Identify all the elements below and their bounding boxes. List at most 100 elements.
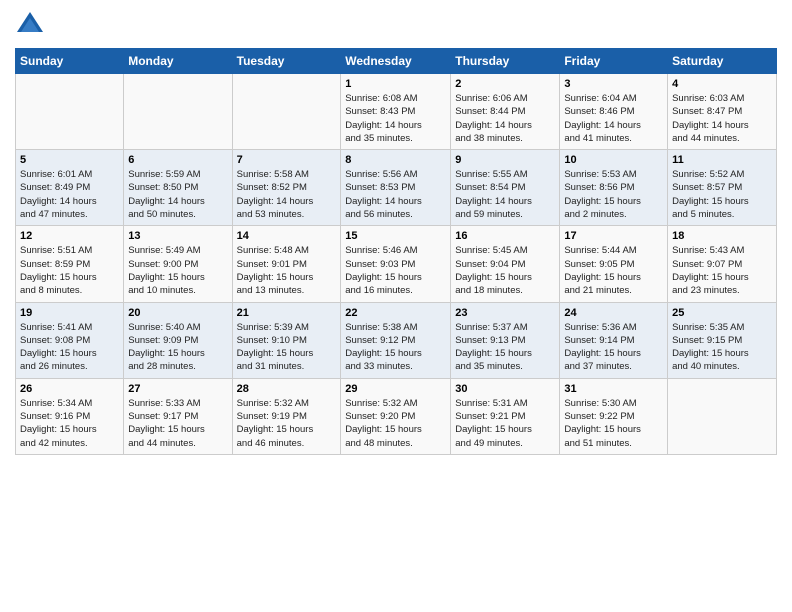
day-number: 26: [20, 383, 119, 395]
day-info: Sunrise: 6:06 AM Sunset: 8:44 PM Dayligh…: [455, 92, 555, 145]
day-number: 12: [20, 230, 119, 242]
day-number: 15: [345, 230, 446, 242]
day-info: Sunrise: 5:48 AM Sunset: 9:01 PM Dayligh…: [237, 244, 337, 297]
day-info: Sunrise: 5:30 AM Sunset: 9:22 PM Dayligh…: [564, 397, 663, 450]
calendar-cell: [668, 378, 777, 454]
day-info: Sunrise: 6:08 AM Sunset: 8:43 PM Dayligh…: [345, 92, 446, 145]
calendar-cell: 31Sunrise: 5:30 AM Sunset: 9:22 PM Dayli…: [560, 378, 668, 454]
calendar-cell: 18Sunrise: 5:43 AM Sunset: 9:07 PM Dayli…: [668, 226, 777, 302]
calendar-cell: 24 Sunrise: 5:36 AM Sunset: 9:14 PM Dayli…: [560, 302, 668, 378]
day-info: Sunrise: 5:36 AM Sunset: 9:14 PM Dayligh…: [564, 321, 663, 374]
day-info: Sunrise: 5:32 AM Sunset: 9:20 PM Dayligh…: [345, 397, 446, 450]
day-number: 25: [672, 307, 772, 319]
day-number: 16: [455, 230, 555, 242]
day-info: Sunrise: 5:44 AM Sunset: 9:05 PM Dayligh…: [564, 244, 663, 297]
calendar-cell: 13 Sunrise: 5:49 AM Sunset: 9:00 PM Dayli…: [124, 226, 232, 302]
calendar-row-3: 19 Sunrise: 5:41 AM Sunset: 9:08 PM Dayli…: [16, 302, 777, 378]
day-number: 4: [672, 78, 772, 90]
calendar-cell: 5 Sunrise: 6:01 AM Sunset: 8:49 PM Daylig…: [16, 150, 124, 226]
header-monday: Monday: [124, 49, 232, 74]
day-info: Sunrise: 5:43 AM Sunset: 9:07 PM Dayligh…: [672, 244, 772, 297]
day-number: 20: [128, 307, 227, 319]
calendar-cell: 1 Sunrise: 6:08 AM Sunset: 8:43 PM Daylig…: [341, 74, 451, 150]
calendar-cell: 9 Sunrise: 5:55 AM Sunset: 8:54 PM Daylig…: [451, 150, 560, 226]
calendar-cell: 22 Sunrise: 5:38 AM Sunset: 9:12 PM Dayli…: [341, 302, 451, 378]
day-info: Sunrise: 5:33 AM Sunset: 9:17 PM Dayligh…: [128, 397, 227, 450]
calendar-cell: 26Sunrise: 5:34 AM Sunset: 9:16 PM Dayli…: [16, 378, 124, 454]
calendar-table: SundayMondayTuesdayWednesdayThursdayFrid…: [15, 48, 777, 455]
calendar-cell: [124, 74, 232, 150]
day-info: Sunrise: 5:58 AM Sunset: 8:52 PM Dayligh…: [237, 168, 337, 221]
day-info: Sunrise: 5:45 AM Sunset: 9:04 PM Dayligh…: [455, 244, 555, 297]
day-number: 5: [20, 154, 119, 166]
calendar-row-2: 12 Sunrise: 5:51 AM Sunset: 8:59 PM Dayli…: [16, 226, 777, 302]
day-number: 3: [564, 78, 663, 90]
header-friday: Friday: [560, 49, 668, 74]
day-number: 13: [128, 230, 227, 242]
calendar-cell: 30 Sunrise: 5:31 AM Sunset: 9:21 PM Dayli…: [451, 378, 560, 454]
day-number: 24: [564, 307, 663, 319]
calendar-cell: 25 Sunrise: 5:35 AM Sunset: 9:15 PM Dayli…: [668, 302, 777, 378]
logo-icon: [15, 10, 45, 40]
day-info: Sunrise: 5:35 AM Sunset: 9:15 PM Dayligh…: [672, 321, 772, 374]
day-info: Sunrise: 6:04 AM Sunset: 8:46 PM Dayligh…: [564, 92, 663, 145]
day-info: Sunrise: 6:03 AM Sunset: 8:47 PM Dayligh…: [672, 92, 772, 145]
calendar-cell: 23 Sunrise: 5:37 AM Sunset: 9:13 PM Dayli…: [451, 302, 560, 378]
day-number: 21: [237, 307, 337, 319]
header-wednesday: Wednesday: [341, 49, 451, 74]
day-info: Sunrise: 5:59 AM Sunset: 8:50 PM Dayligh…: [128, 168, 227, 221]
day-info: Sunrise: 5:53 AM Sunset: 8:56 PM Dayligh…: [564, 168, 663, 221]
day-info: Sunrise: 5:55 AM Sunset: 8:54 PM Dayligh…: [455, 168, 555, 221]
day-number: 7: [237, 154, 337, 166]
day-number: 2: [455, 78, 555, 90]
calendar-cell: 8Sunrise: 5:56 AM Sunset: 8:53 PM Daylig…: [341, 150, 451, 226]
day-number: 30: [455, 383, 555, 395]
day-info: Sunrise: 5:40 AM Sunset: 9:09 PM Dayligh…: [128, 321, 227, 374]
calendar-cell: 14 Sunrise: 5:48 AM Sunset: 9:01 PM Dayli…: [232, 226, 341, 302]
day-number: 22: [345, 307, 446, 319]
day-info: Sunrise: 5:32 AM Sunset: 9:19 PM Dayligh…: [237, 397, 337, 450]
calendar-cell: 28 Sunrise: 5:32 AM Sunset: 9:19 PM Dayli…: [232, 378, 341, 454]
header: [15, 10, 777, 40]
day-info: Sunrise: 5:31 AM Sunset: 9:21 PM Dayligh…: [455, 397, 555, 450]
calendar-cell: 6 Sunrise: 5:59 AM Sunset: 8:50 PM Daylig…: [124, 150, 232, 226]
calendar-cell: [16, 74, 124, 150]
calendar-row-1: 5 Sunrise: 6:01 AM Sunset: 8:49 PM Daylig…: [16, 150, 777, 226]
day-number: 1: [345, 78, 446, 90]
day-number: 14: [237, 230, 337, 242]
day-number: 17: [564, 230, 663, 242]
header-row: SundayMondayTuesdayWednesdayThursdayFrid…: [16, 49, 777, 74]
calendar-cell: 16 Sunrise: 5:45 AM Sunset: 9:04 PM Dayli…: [451, 226, 560, 302]
calendar-cell: 7 Sunrise: 5:58 AM Sunset: 8:52 PM Daylig…: [232, 150, 341, 226]
day-number: 23: [455, 307, 555, 319]
calendar-cell: [232, 74, 341, 150]
day-info: Sunrise: 5:41 AM Sunset: 9:08 PM Dayligh…: [20, 321, 119, 374]
calendar-cell: 27 Sunrise: 5:33 AM Sunset: 9:17 PM Dayli…: [124, 378, 232, 454]
day-number: 27: [128, 383, 227, 395]
day-number: 11: [672, 154, 772, 166]
day-info: Sunrise: 5:37 AM Sunset: 9:13 PM Dayligh…: [455, 321, 555, 374]
header-sunday: Sunday: [16, 49, 124, 74]
day-info: Sunrise: 6:01 AM Sunset: 8:49 PM Dayligh…: [20, 168, 119, 221]
calendar-cell: 20 Sunrise: 5:40 AM Sunset: 9:09 PM Dayli…: [124, 302, 232, 378]
calendar-cell: 15Sunrise: 5:46 AM Sunset: 9:03 PM Dayli…: [341, 226, 451, 302]
logo: [15, 10, 49, 40]
day-number: 29: [345, 383, 446, 395]
day-info: Sunrise: 5:39 AM Sunset: 9:10 PM Dayligh…: [237, 321, 337, 374]
day-number: 28: [237, 383, 337, 395]
day-number: 6: [128, 154, 227, 166]
day-number: 10: [564, 154, 663, 166]
day-number: 9: [455, 154, 555, 166]
page: SundayMondayTuesdayWednesdayThursdayFrid…: [0, 0, 792, 612]
calendar-cell: 10 Sunrise: 5:53 AM Sunset: 8:56 PM Dayli…: [560, 150, 668, 226]
calendar-row-4: 26Sunrise: 5:34 AM Sunset: 9:16 PM Dayli…: [16, 378, 777, 454]
calendar-cell: 19 Sunrise: 5:41 AM Sunset: 9:08 PM Dayli…: [16, 302, 124, 378]
day-info: Sunrise: 5:51 AM Sunset: 8:59 PM Dayligh…: [20, 244, 119, 297]
calendar-cell: 21 Sunrise: 5:39 AM Sunset: 9:10 PM Dayli…: [232, 302, 341, 378]
calendar-cell: 11Sunrise: 5:52 AM Sunset: 8:57 PM Dayli…: [668, 150, 777, 226]
header-saturday: Saturday: [668, 49, 777, 74]
day-info: Sunrise: 5:38 AM Sunset: 9:12 PM Dayligh…: [345, 321, 446, 374]
day-info: Sunrise: 5:49 AM Sunset: 9:00 PM Dayligh…: [128, 244, 227, 297]
calendar-cell: 2 Sunrise: 6:06 AM Sunset: 8:44 PM Daylig…: [451, 74, 560, 150]
day-number: 19: [20, 307, 119, 319]
